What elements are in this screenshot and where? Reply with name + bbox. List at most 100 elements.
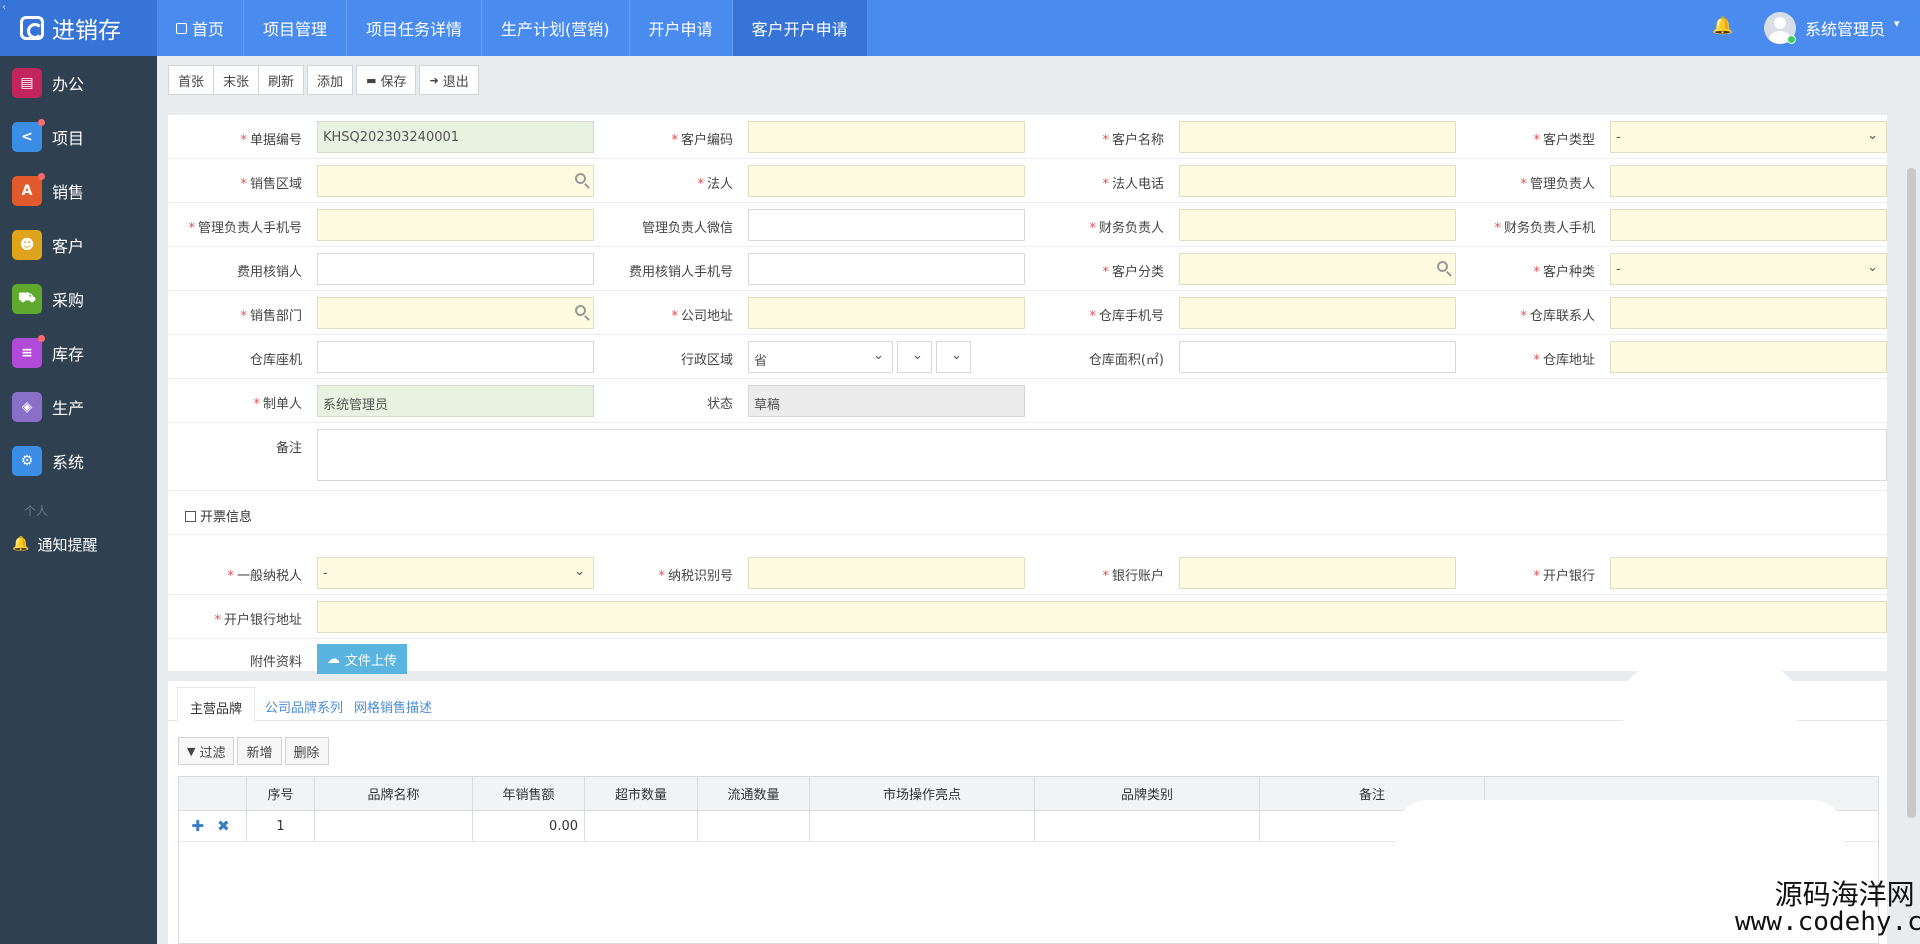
save-icon: ▬ — [366, 73, 377, 87]
bank-field[interactable] — [1610, 557, 1887, 589]
bank-address-field[interactable] — [317, 601, 1887, 633]
finance-field[interactable] — [1179, 209, 1456, 241]
first-record-button[interactable]: 首张 — [168, 65, 215, 95]
sidebar-item-project[interactable]: < 项目 — [0, 110, 157, 164]
legal-person-label: * 法人 — [697, 177, 733, 192]
company-address-label: * 公司地址 — [671, 309, 733, 324]
expense-mobile-field[interactable] — [748, 253, 1025, 285]
refresh-button[interactable]: 刷新 — [258, 65, 305, 95]
share-icon: < — [12, 119, 45, 152]
finance-mobile-field[interactable] — [1610, 209, 1887, 241]
legal-phone-field[interactable] — [1179, 165, 1456, 197]
warehouse-phone-field[interactable] — [317, 341, 594, 373]
brand-category-cell[interactable] — [1035, 811, 1260, 841]
customer-name-label: * 客户名称 — [1102, 133, 1164, 148]
warehouse-mobile-field[interactable] — [1179, 297, 1456, 329]
customer-name-field[interactable] — [1179, 121, 1456, 153]
sidebar-item-inventory[interactable]: ≡ 库存 — [0, 326, 157, 380]
customer-form-panel: * 单据编号 KHSQ202303240001 * 客户编码 * 客户名称 * 客户类型… — [168, 115, 1887, 551]
tab-main-brand[interactable]: 主营品牌 — [177, 687, 256, 721]
cart-icon: ⛟ — [12, 284, 42, 314]
sales-dept-field[interactable] — [317, 297, 594, 329]
tab-home[interactable]: 首页 — [157, 0, 245, 56]
sidebar-item-customer[interactable]: ☻ 客户 — [0, 218, 157, 272]
warehouse-area-field[interactable] — [1179, 341, 1456, 373]
tax-id-field[interactable] — [748, 557, 1025, 589]
tab-account-application[interactable]: 开户申请 — [630, 0, 733, 56]
tab-label: 项目任务详情 — [366, 20, 463, 39]
tab-company-brand-series[interactable]: 公司品牌系列 — [253, 687, 355, 721]
city-select[interactable]: ⌄ — [897, 341, 932, 373]
brand-title: 进销存 — [52, 18, 121, 44]
save-button[interactable]: ▬ 保存 — [356, 65, 417, 95]
province-select[interactable]: 省 ⌄ — [748, 341, 893, 373]
customer-code-field[interactable] — [748, 121, 1025, 153]
tab-label: 开户申请 — [648, 20, 713, 39]
sidebar-item-production[interactable]: ◈ 生产 — [0, 380, 157, 434]
sales-region-field[interactable] — [317, 165, 594, 197]
tab-production-plan[interactable]: 生产计划(营销) — [482, 0, 630, 56]
sidebar-item-system[interactable]: ⚙ 系统 — [0, 434, 157, 488]
sidebar-item-office[interactable]: ▤ 办公 — [0, 56, 157, 110]
sidebar-item-sales[interactable]: A 销售 — [0, 164, 157, 218]
grid-delete-button[interactable]: 删除 — [284, 737, 329, 765]
bank-account-field[interactable] — [1179, 557, 1456, 589]
remark-textarea[interactable] — [317, 429, 1887, 481]
sign-out-icon: ➜ — [429, 73, 439, 87]
customer-type-select[interactable]: - ⌄ — [1610, 121, 1887, 153]
chevron-down-icon: ⌄ — [951, 348, 962, 363]
form-row: * 管理负责人手机号 管理负责人微信 * 财务负责人 * 财务负责人手机 — [168, 203, 1887, 247]
sidebar-item-label: 系统 — [52, 453, 85, 472]
customer-category-field[interactable] — [1179, 253, 1456, 285]
notification-dot — [38, 173, 45, 180]
grid-add-button[interactable]: 新增 — [237, 737, 282, 765]
sidebar-item-label: 销售 — [52, 183, 85, 202]
row-actions[interactable]: ✚ ✖ — [179, 811, 247, 841]
database-icon: ≡ — [12, 335, 45, 368]
manager-mobile-label: * 管理负责人手机号 — [188, 221, 302, 236]
warehouse-contact-field[interactable] — [1610, 297, 1887, 329]
sidebar-item-purchase[interactable]: ⛟ 采购 — [0, 272, 157, 326]
manager-wechat-field[interactable] — [748, 209, 1025, 241]
tab-customer-account-application[interactable]: 客户开户申请 — [732, 0, 868, 56]
vertical-scrollbar[interactable] — [1907, 168, 1916, 818]
tab-grid-sales-description[interactable]: 网格销售描述 — [342, 687, 444, 721]
user-name[interactable]: 系统管理员 — [1805, 16, 1885, 40]
circulation-count-cell[interactable] — [698, 811, 810, 841]
exit-button[interactable]: ➜ 退出 — [419, 65, 479, 95]
annual-sales-cell[interactable]: 0.00 — [473, 811, 585, 841]
search-icon[interactable] — [1437, 261, 1448, 272]
brand-name-cell[interactable] — [315, 811, 473, 841]
tab-project-task-detail[interactable]: 项目任务详情 — [347, 0, 483, 56]
order-no-field[interactable]: KHSQ202303240001 — [317, 121, 594, 153]
manager-mobile-field[interactable] — [317, 209, 594, 241]
market-highlight-cell[interactable] — [810, 811, 1035, 841]
chevron-down-icon[interactable]: ▾ — [1894, 17, 1900, 30]
brand[interactable]: ‹ 进销存 — [0, 0, 157, 56]
chevron-left-icon[interactable]: ‹ — [2, 2, 6, 13]
legal-person-field[interactable] — [748, 165, 1025, 197]
chevron-down-icon: ⌄ — [873, 348, 884, 363]
gears-icon: ⚙ — [12, 446, 42, 476]
last-record-button[interactable]: 末张 — [213, 65, 260, 95]
taxpayer-select[interactable]: - ⌄ — [317, 557, 594, 589]
district-select[interactable]: ⌄ — [936, 341, 971, 373]
tab-project-management[interactable]: 项目管理 — [244, 0, 348, 56]
search-icon[interactable] — [575, 305, 586, 316]
filter-button[interactable]: ▼ 过滤 — [178, 737, 235, 765]
sidebar-item-notifications[interactable]: 🔔 通知提醒 — [0, 524, 157, 564]
customer-kind-select[interactable]: - ⌄ — [1610, 253, 1887, 285]
warehouse-address-field[interactable] — [1610, 341, 1887, 373]
manager-field[interactable] — [1610, 165, 1887, 197]
supermarket-count-cell[interactable] — [585, 811, 698, 841]
file-upload-button[interactable]: ☁ 文件上传 — [317, 644, 408, 674]
creator-field[interactable]: 系统管理员 — [317, 385, 594, 417]
company-address-field[interactable] — [748, 297, 1025, 329]
watermark-line2: www.codehy.com — [1735, 907, 1920, 938]
form-row: 附件资料 ☁ 文件上传 — [168, 639, 1887, 677]
bell-icon[interactable]: 🔔 — [1712, 16, 1733, 38]
search-icon[interactable] — [575, 173, 586, 184]
add-button[interactable]: 添加 — [307, 65, 354, 95]
form-toolbar: 首张 末张 刷新 添加 ▬ 保存 ➜ 退出 — [168, 65, 482, 95]
expense-person-field[interactable] — [317, 253, 594, 285]
